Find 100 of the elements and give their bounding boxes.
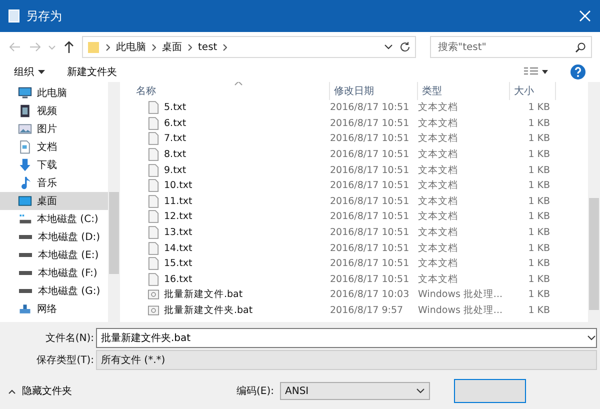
modified-date: 2016/8/17 10:51 xyxy=(330,101,410,114)
up-arrow-icon[interactable] xyxy=(62,40,76,54)
text-file-icon xyxy=(148,101,159,114)
text-file-icon xyxy=(148,132,159,146)
modified-date: 2016/8/17 10:51 xyxy=(330,179,410,192)
modified-date: 2016/8/17 10:51 xyxy=(330,257,410,270)
file-size: 1 KB xyxy=(527,257,551,270)
sidebar-item[interactable]: 图片 xyxy=(0,120,108,138)
scrollbar[interactable] xyxy=(108,82,120,322)
file-type: 文本文档 xyxy=(418,242,459,255)
text-file-icon xyxy=(148,194,159,208)
column-header[interactable]: 类型 xyxy=(418,82,510,100)
filename-field[interactable]: 批量新建文件夹.bat xyxy=(96,328,597,348)
file-size: 1 KB xyxy=(527,116,551,130)
file-type: Windows 批处理... xyxy=(418,304,504,318)
address-bar[interactable]: 此电脑 桌面 test xyxy=(82,36,416,58)
drive-icon xyxy=(19,289,32,293)
file-type: 文本文档 xyxy=(418,272,459,286)
file-type: 文本文档 xyxy=(418,164,459,177)
column-header[interactable]: 名称 xyxy=(132,82,330,100)
modified-date: 2016/8/17 10:51 xyxy=(330,210,410,224)
sidebar-item[interactable]: 本地磁盘 (E:) xyxy=(0,246,108,264)
column-header[interactable]: 修改日期 xyxy=(330,82,418,100)
file-name[interactable]: 13.txt xyxy=(132,226,330,240)
text-file-icon xyxy=(148,272,159,286)
scrollbar[interactable] xyxy=(588,82,600,322)
text-file-icon xyxy=(148,164,159,177)
file-name[interactable]: 15.txt xyxy=(132,257,330,270)
file-size: 1 KB xyxy=(527,148,551,162)
file-name[interactable]: 批量新建文件.bat xyxy=(132,288,330,302)
sidebar-item[interactable]: 此电脑 xyxy=(0,84,108,102)
breadcrumb-item[interactable]: test xyxy=(198,42,218,52)
file-name[interactable]: 9.txt xyxy=(132,164,330,177)
modified-date: 2016/8/17 10:51 xyxy=(330,164,410,177)
desktop-icon xyxy=(18,194,32,208)
filename-input[interactable]: 批量新建文件夹.bat xyxy=(97,332,587,344)
download-icon xyxy=(18,158,32,172)
file-size: 1 KB xyxy=(527,272,551,286)
encoding-dropdown[interactable]: ANSI xyxy=(280,382,430,400)
file-name[interactable]: 5.txt xyxy=(132,101,330,114)
file-size: 1 KB xyxy=(527,210,551,224)
modified-date: 2016/8/17 10:51 xyxy=(330,148,410,162)
file-name[interactable]: 7.txt xyxy=(132,132,330,146)
file-type: 文本文档 xyxy=(418,132,459,146)
window-title: 另存为 xyxy=(26,8,63,24)
batch-file-icon xyxy=(148,304,159,318)
hide-folders-toggle[interactable]: 隐藏文件夹 xyxy=(8,384,72,398)
chevron-icon xyxy=(188,44,192,50)
file-name[interactable]: 16.txt xyxy=(132,272,330,286)
organize-menu[interactable]: 组织 xyxy=(14,65,45,79)
breadcrumb-item[interactable]: 此电脑 xyxy=(116,40,146,54)
help-icon[interactable] xyxy=(570,64,586,80)
view-options-icon[interactable] xyxy=(524,67,548,77)
chevron-icon xyxy=(223,44,228,50)
search-field[interactable]: 搜索"test" xyxy=(430,36,592,58)
file-name[interactable]: 11.txt xyxy=(132,194,330,208)
sidebar-item[interactable]: 视频 xyxy=(0,102,108,120)
refresh-icon[interactable] xyxy=(399,41,411,53)
save-type-dropdown[interactable]: 所有文件 (*.*) xyxy=(96,350,597,370)
chevron-icon xyxy=(106,44,110,50)
sidebar-item[interactable]: 文档 xyxy=(0,138,108,156)
modified-date: 2016/8/17 10:51 xyxy=(330,242,410,255)
modified-date: 2016/8/17 10:51 xyxy=(330,226,410,240)
sidebar-item[interactable]: 音乐 xyxy=(0,174,108,192)
column-header[interactable]: 大小 xyxy=(510,82,556,100)
chevron-icon xyxy=(152,44,156,50)
sidebar-item[interactable]: 本地磁盘 (F:) xyxy=(0,264,108,282)
sidebar-item[interactable]: 网络 xyxy=(0,300,108,318)
file-name[interactable]: 14.txt xyxy=(132,242,330,255)
file-name[interactable]: 10.txt xyxy=(132,179,330,192)
save-button[interactable] xyxy=(454,379,526,403)
file-size: 1 KB xyxy=(527,304,551,318)
sidebar-item[interactable]: 本地磁盘 (C:) xyxy=(0,210,108,228)
file-size: 1 KB xyxy=(527,226,551,240)
sidebar-item[interactable]: 下载 xyxy=(0,156,108,174)
file-size: 1 KB xyxy=(527,242,551,255)
drive-icon xyxy=(19,271,32,275)
breadcrumb-item[interactable]: 桌面 xyxy=(162,40,182,54)
file-type: 文本文档 xyxy=(418,148,459,162)
notepad-icon xyxy=(8,9,20,23)
search-icon[interactable] xyxy=(575,42,586,52)
text-file-icon xyxy=(148,179,159,192)
file-type: 文本文档 xyxy=(418,179,459,192)
sidebar-item[interactable]: 桌面 xyxy=(0,192,108,210)
text-file-icon xyxy=(148,148,159,162)
save-type-label: 保存类型(T): xyxy=(36,354,95,367)
file-name[interactable]: 批量新建文件夹.bat xyxy=(132,304,330,318)
caret-icon xyxy=(38,70,45,74)
file-name[interactable]: 12.txt xyxy=(132,210,330,224)
encoding-label: 编码(E): xyxy=(236,384,274,398)
modified-date: 2016/8/17 9:57 xyxy=(330,304,404,318)
new-folder-button[interactable]: 新建文件夹 xyxy=(67,65,117,79)
file-size: 1 KB xyxy=(527,164,551,177)
modified-date: 2016/8/17 10:03 xyxy=(330,288,410,302)
file-name[interactable]: 6.txt xyxy=(132,116,330,130)
sidebar-item[interactable]: 本地磁盘 (D:) xyxy=(0,228,108,246)
document-icon xyxy=(18,140,32,154)
sidebar-item[interactable]: 本地磁盘 (G:) xyxy=(0,282,108,300)
file-name[interactable]: 8.txt xyxy=(132,148,330,162)
batch-file-icon xyxy=(148,288,159,302)
